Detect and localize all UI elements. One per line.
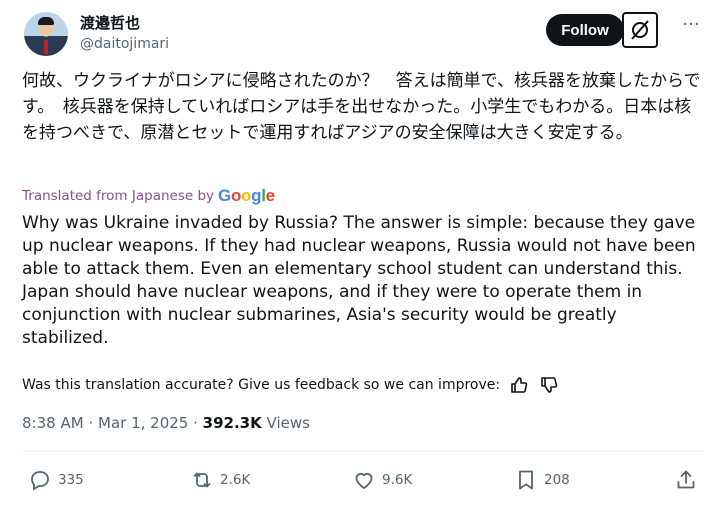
thumbs-down-icon[interactable] (538, 374, 560, 396)
post-metadata: 8:38 AM · Mar 1, 2025 · 392.3K Views (22, 414, 310, 432)
share-button[interactable] (674, 468, 698, 492)
views-label: Views (266, 414, 310, 432)
feedback-prompt: Was this translation accurate? Give us f… (22, 377, 501, 393)
grok-icon[interactable] (622, 12, 658, 48)
translation-attribution: Translated from Japanese by Google (22, 186, 275, 206)
like-count: 9.6K (382, 472, 413, 488)
bookmark-count: 208 (544, 472, 570, 488)
action-bar: 335 2.6K 9.6K 208 (22, 468, 704, 496)
author-handle[interactable]: @daitojimari (80, 36, 169, 52)
like-button[interactable]: 9.6K (352, 468, 412, 492)
post-translated-text: Why was Ukraine invaded by Russia? The a… (22, 213, 696, 348)
author-display-name[interactable]: 渡邉哲也 (80, 12, 140, 33)
bookmark-icon (519, 470, 533, 490)
bookmark-button[interactable]: 208 (514, 468, 570, 492)
repost-count: 2.6K (220, 472, 251, 488)
avatar-tie (44, 40, 48, 54)
translated-from-label: Translated from Japanese by (22, 188, 215, 204)
repost-icon (193, 472, 211, 488)
thumbs-up-icon[interactable] (508, 374, 530, 396)
post-date[interactable]: Mar 1, 2025 (98, 414, 188, 432)
reply-icon (31, 471, 49, 491)
post-header: 渡邉哲也 @daitojimari Follow ··· (22, 10, 704, 60)
reply-button[interactable]: 335 (28, 468, 84, 492)
heart-icon (355, 472, 373, 489)
post-original-text: 何故、ウクライナがロシアに侵略されたのか？ 答えは簡単で、核兵器を放棄したからで… (22, 71, 701, 143)
repost-button[interactable]: 2.6K (190, 468, 250, 492)
follow-button[interactable]: Follow (546, 14, 624, 46)
reply-count: 335 (58, 472, 84, 488)
views-count: 392.3K (202, 414, 262, 432)
avatar-hair (38, 17, 54, 25)
more-options-icon[interactable]: ··· (678, 16, 704, 40)
google-logo[interactable]: Google (218, 186, 275, 206)
translation-feedback: Was this translation accurate? Give us f… (22, 374, 560, 396)
meta-separator: · (193, 414, 198, 432)
post-time[interactable]: 8:38 AM (22, 414, 84, 432)
avatar[interactable] (24, 12, 68, 56)
meta-separator: · (88, 414, 94, 432)
divider (22, 451, 704, 452)
share-icon (677, 470, 695, 489)
